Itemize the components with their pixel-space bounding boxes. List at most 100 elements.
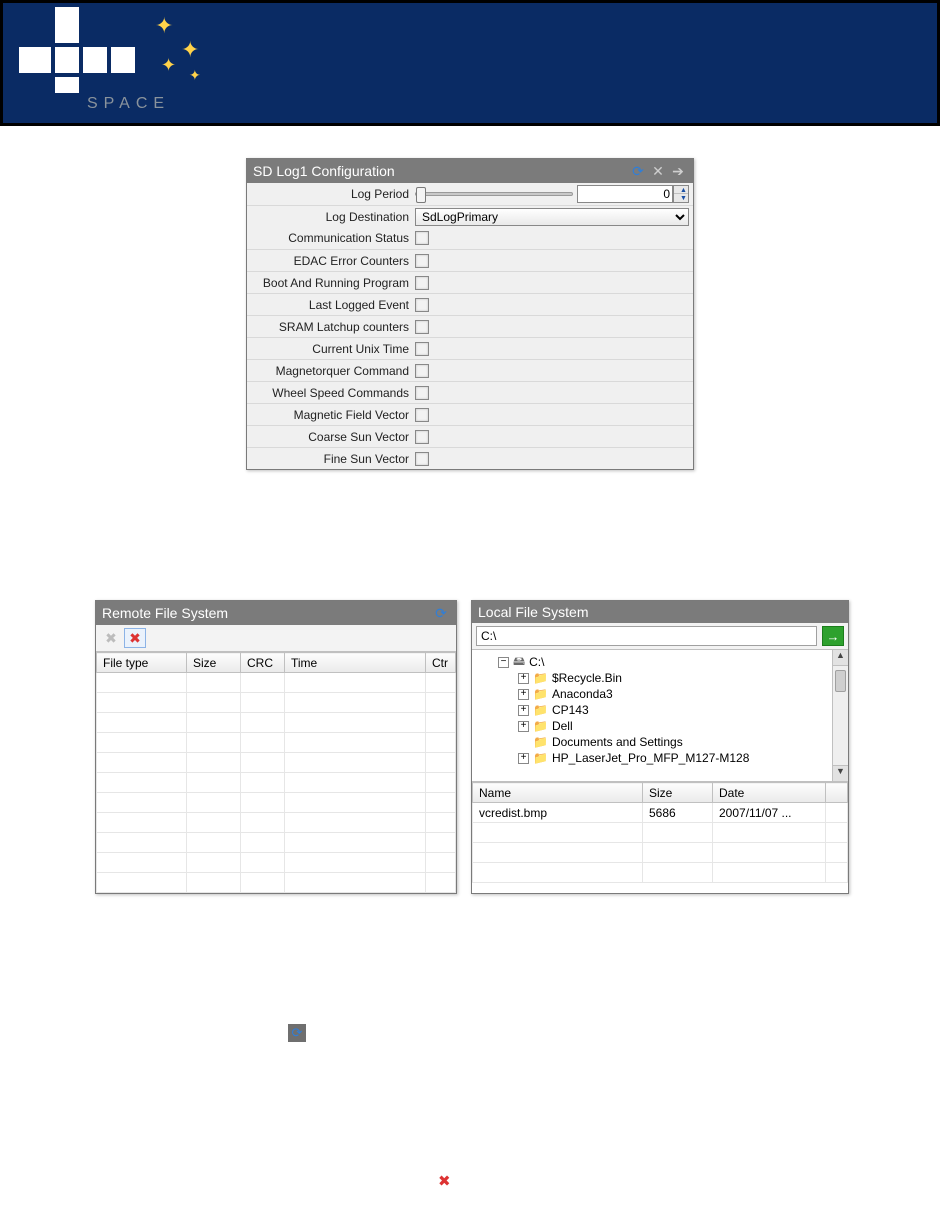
spin-down[interactable]: ▼ [674, 194, 688, 202]
column-header[interactable] [826, 783, 848, 803]
folder-icon: 📁 [533, 719, 548, 733]
sdlog-check-row: Magnetic Field Vector [247, 403, 693, 425]
table-cell [241, 753, 285, 773]
remote-file-table[interactable]: File typeSizeCRCTimeCtr [96, 652, 456, 893]
column-header[interactable]: CRC [241, 653, 285, 673]
checkbox[interactable] [415, 408, 429, 422]
folder-icon: 📁 [533, 671, 548, 685]
column-header[interactable]: File type [97, 653, 187, 673]
table-row[interactable] [473, 863, 848, 883]
table-row[interactable] [97, 873, 456, 893]
tree-expand-icon[interactable]: + [518, 705, 529, 716]
table-cell [285, 713, 426, 733]
log-period-label: Log Period [247, 187, 415, 201]
table-row[interactable] [97, 673, 456, 693]
delete-grey-icon[interactable]: ✖ [100, 628, 122, 648]
table-row[interactable] [97, 793, 456, 813]
table-row[interactable] [97, 753, 456, 773]
table-row[interactable] [473, 843, 848, 863]
panel-titlebar: SD Log1 Configuration ⟳ ✕ ➔ [247, 159, 693, 183]
tree-collapse-icon[interactable]: − [498, 657, 509, 668]
table-cell [426, 713, 456, 733]
column-header[interactable]: Size [187, 653, 241, 673]
logo-subtext: SPACE [87, 95, 170, 113]
checkbox[interactable] [415, 298, 429, 312]
log-destination-row: Log Destination SdLogPrimary [247, 205, 693, 227]
tree-item[interactable]: +📁$Recycle.Bin [478, 670, 842, 686]
log-destination-select[interactable]: SdLogPrimary [415, 208, 689, 226]
checkbox[interactable] [415, 452, 429, 466]
spin-up[interactable]: ▲ [674, 186, 688, 194]
refresh-icon: ⟳ [288, 1024, 306, 1042]
folder-icon: 📁 [533, 687, 548, 701]
table-row[interactable] [97, 713, 456, 733]
scroll-down-icon[interactable]: ▼ [833, 765, 848, 781]
scroll-thumb[interactable] [835, 670, 846, 692]
collapse-icon[interactable]: ✕ [649, 162, 667, 180]
remote-file-system-panel: Remote File System ⟳ ✖ ✖ File typeSizeCR… [95, 600, 457, 894]
tree-root-label[interactable]: C:\ [529, 655, 544, 669]
table-cell [97, 833, 187, 853]
tree-item[interactable]: 📁Documents and Settings [478, 734, 842, 750]
checkbox[interactable] [415, 254, 429, 268]
table-cell [241, 793, 285, 813]
local-file-table[interactable]: NameSizeDate vcredist.bmp56862007/11/07 … [472, 782, 848, 883]
checkbox[interactable] [415, 276, 429, 290]
table-cell [426, 793, 456, 813]
tree-item[interactable]: +📁HP_LaserJet_Pro_MFP_M127-M128 [478, 750, 842, 766]
table-row[interactable] [97, 733, 456, 753]
checkbox[interactable] [415, 320, 429, 334]
local-tree[interactable]: − 🖴 C:\ +📁$Recycle.Bin+📁Anaconda3+📁CP143… [472, 650, 848, 782]
slider-thumb[interactable] [416, 187, 426, 203]
checkbox[interactable] [415, 430, 429, 444]
table-row[interactable] [97, 833, 456, 853]
star-icon: ✦ [155, 13, 173, 39]
refresh-icon[interactable]: ⟳ [432, 604, 450, 622]
panel-titlebar: Local File System [472, 601, 848, 623]
checkbox[interactable] [415, 364, 429, 378]
delete-red-icon[interactable]: ✖ [124, 628, 146, 648]
table-cell [241, 773, 285, 793]
tree-item[interactable]: +📁Dell [478, 718, 842, 734]
table-cell [826, 803, 848, 823]
column-header[interactable]: Ctr [426, 653, 456, 673]
scroll-up-icon[interactable]: ▲ [833, 650, 848, 666]
tree-item[interactable]: +📁CP143 [478, 702, 842, 718]
table-cell [285, 673, 426, 693]
column-header[interactable]: Name [473, 783, 643, 803]
vertical-scrollbar[interactable]: ▲ ▼ [832, 650, 848, 781]
go-arrow-icon[interactable]: → [822, 626, 844, 646]
log-period-spinner[interactable]: ▲ ▼ [673, 185, 689, 203]
tree-expand-icon[interactable]: + [518, 689, 529, 700]
table-cell [426, 773, 456, 793]
star-icon: ✦ [189, 67, 201, 84]
sdlog-check-row: Current Unix Time [247, 337, 693, 359]
table-cell [285, 873, 426, 893]
local-path-input[interactable] [476, 626, 817, 646]
tree-expand-icon[interactable]: + [518, 673, 529, 684]
table-row[interactable] [97, 813, 456, 833]
refresh-icon[interactable]: ⟳ [629, 162, 647, 180]
column-header[interactable]: Date [713, 783, 826, 803]
tree-expand-icon[interactable]: + [518, 721, 529, 732]
checkbox[interactable] [415, 231, 429, 245]
column-header[interactable]: Time [285, 653, 426, 673]
table-row[interactable] [97, 853, 456, 873]
tree-item[interactable]: +📁Anaconda3 [478, 686, 842, 702]
sdlog-check-label: Coarse Sun Vector [247, 430, 415, 444]
table-row[interactable] [473, 823, 848, 843]
sdlog-check-label: Current Unix Time [247, 342, 415, 356]
log-period-input[interactable] [577, 185, 673, 203]
column-header[interactable]: Size [643, 783, 713, 803]
checkbox[interactable] [415, 342, 429, 356]
table-row[interactable] [97, 773, 456, 793]
log-period-row: Log Period ▲ ▼ [247, 183, 693, 205]
sdlog-check-row: EDAC Error Counters [247, 249, 693, 271]
table-cell [426, 853, 456, 873]
table-row[interactable] [97, 693, 456, 713]
forward-icon[interactable]: ➔ [669, 162, 687, 180]
table-row[interactable]: vcredist.bmp56862007/11/07 ... [473, 803, 848, 823]
log-period-slider[interactable] [415, 192, 573, 196]
checkbox[interactable] [415, 386, 429, 400]
tree-expand-icon[interactable]: + [518, 753, 529, 764]
